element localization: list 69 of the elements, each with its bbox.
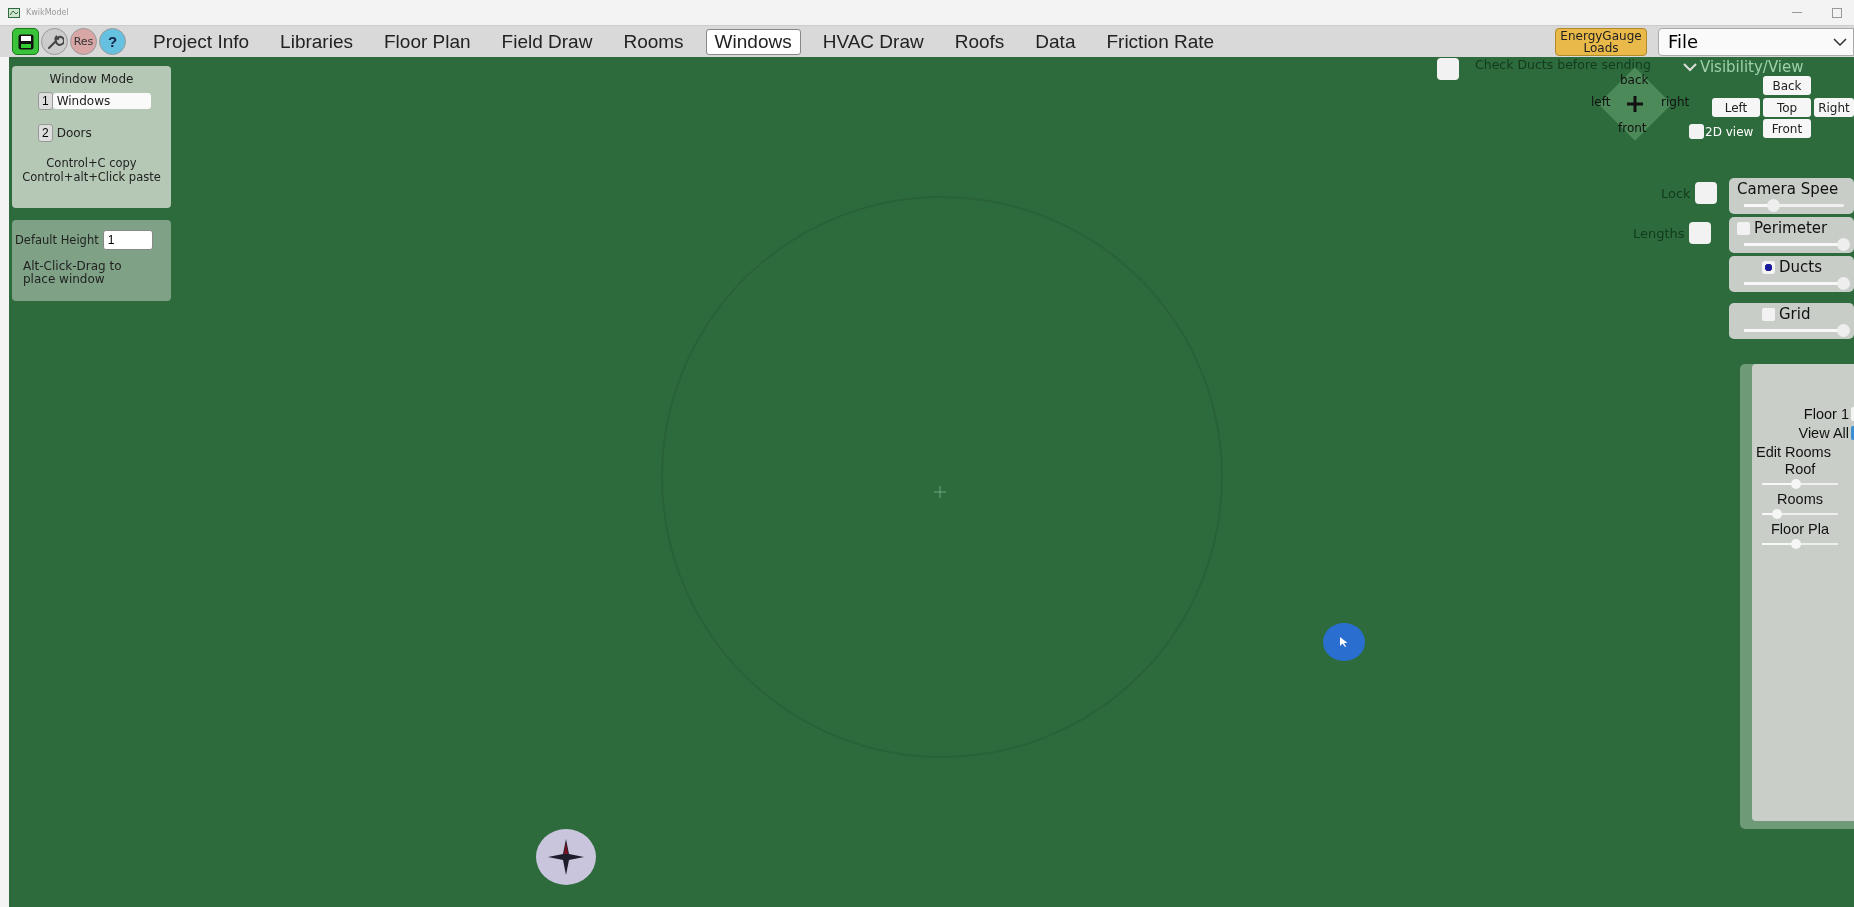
res-button[interactable]: Res xyxy=(70,28,97,55)
menu-tab[interactable]: Libraries xyxy=(271,28,362,55)
view-button[interactable]: Top xyxy=(1763,98,1811,117)
toggle-checkbox[interactable] xyxy=(1688,222,1711,244)
view-button[interactable]: Right xyxy=(1814,98,1854,117)
layer-label: Camera Spee xyxy=(1737,180,1839,198)
menu-tab[interactable]: Windows xyxy=(705,28,801,55)
layer-label: Perimeter xyxy=(1754,219,1828,237)
opacity-label: Roof xyxy=(1784,461,1816,477)
layer-radio[interactable] xyxy=(1762,260,1775,274)
layer-checkbox[interactable] xyxy=(1737,221,1750,235)
slider-thumb[interactable] xyxy=(1837,238,1850,251)
mode-option[interactable]: Doors xyxy=(52,125,151,141)
shortcut-key[interactable]: 2 xyxy=(38,124,53,142)
window-title: KwikModel xyxy=(26,8,69,17)
menu-tab[interactable]: Project Info xyxy=(144,28,259,55)
minimize-icon[interactable] xyxy=(1792,11,1802,14)
visibility-toggle[interactable]: Visibility/View xyxy=(1683,58,1804,76)
save-button[interactable] xyxy=(12,28,39,55)
slider-thumb[interactable] xyxy=(1837,277,1850,290)
pointer-icon xyxy=(1339,636,1349,648)
view-button[interactable]: Left xyxy=(1712,98,1760,117)
shortcut-hint: Control+C copy Control+alt+Click paste xyxy=(21,156,162,184)
panel-title: Window Mode xyxy=(49,72,134,86)
menu-tab[interactable]: Data xyxy=(1026,28,1085,55)
menu-tab[interactable]: Friction Rate xyxy=(1097,28,1224,55)
opacity-label: Rooms xyxy=(1777,491,1823,507)
nav-back-label[interactable]: back xyxy=(1620,73,1649,87)
view-button[interactable]: Back xyxy=(1763,76,1811,95)
menu-tab[interactable]: HVAC Draw xyxy=(813,28,933,55)
file-dropdown[interactable]: File xyxy=(1658,27,1854,56)
layer-label: Ducts xyxy=(1779,258,1822,276)
move-icon[interactable] xyxy=(1627,96,1643,112)
crosshair-icon xyxy=(934,486,946,498)
menu-tab[interactable]: Floor Plan xyxy=(375,28,480,55)
nav-front-label[interactable]: front xyxy=(1618,121,1647,135)
menu-tab[interactable]: Roofs xyxy=(945,28,1014,55)
menu-tab[interactable]: Rooms xyxy=(614,28,693,55)
wrench-button[interactable] xyxy=(41,28,68,55)
slider-thumb[interactable] xyxy=(1772,509,1783,519)
floor-option-label: View All xyxy=(1798,424,1849,441)
loads-button[interactable]: EnergyGauge Loads xyxy=(1555,27,1647,56)
viewport-canvas[interactable] xyxy=(9,57,1854,907)
app-icon xyxy=(8,7,20,18)
slider-thumb[interactable] xyxy=(1837,324,1850,337)
slider-thumb[interactable] xyxy=(1767,199,1780,212)
shortcut-key[interactable]: 1 xyxy=(38,92,53,110)
compass[interactable] xyxy=(536,829,596,885)
default-height-label: Default Height xyxy=(15,233,99,247)
maximize-icon[interactable] xyxy=(1832,7,1842,18)
2d-view-label: 2D view xyxy=(1705,125,1754,139)
check-ducts-checkbox[interactable] xyxy=(1437,58,1459,80)
wrench-icon xyxy=(45,32,64,51)
help-button[interactable]: ? xyxy=(99,28,126,55)
floor-option-label: Floor 1 xyxy=(1803,405,1849,422)
placement-hint: Alt-Click-Drag to place window xyxy=(23,260,123,286)
default-height-field[interactable]: 1 xyxy=(102,230,153,250)
opacity-label: Floor Pla xyxy=(1771,521,1829,537)
edit-rooms-label[interactable]: Edit Rooms xyxy=(1756,443,1831,460)
layer-label: Grid xyxy=(1779,305,1811,323)
slider-thumb[interactable] xyxy=(1791,479,1802,489)
layer-checkbox[interactable] xyxy=(1762,307,1775,321)
2d-view-checkbox[interactable] xyxy=(1689,124,1704,139)
mode-option[interactable]: Windows xyxy=(52,93,151,109)
menu-tab[interactable]: Field Draw xyxy=(492,28,602,55)
slider-thumb[interactable] xyxy=(1791,539,1802,549)
toggle-checkbox[interactable] xyxy=(1694,182,1717,204)
chevron-icon xyxy=(1833,37,1847,46)
view-button[interactable]: Front xyxy=(1763,119,1811,138)
